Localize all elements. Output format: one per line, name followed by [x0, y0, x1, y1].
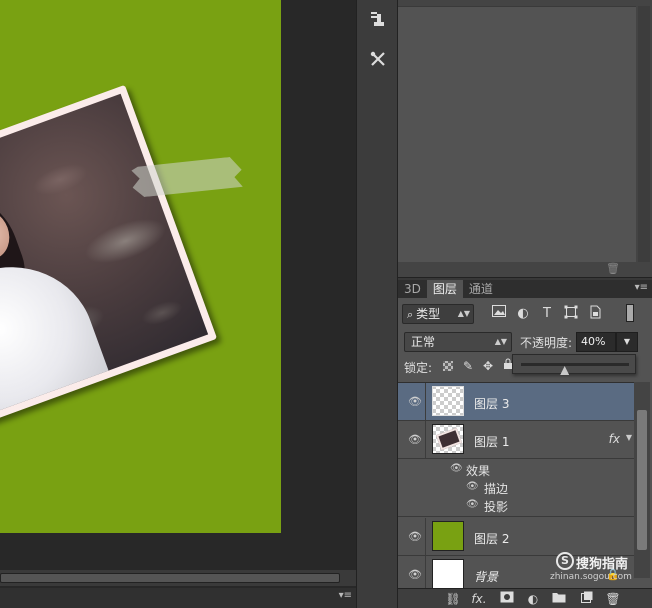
layer-name: 图层 1: [474, 435, 510, 449]
eye-icon[interactable]: 👁: [450, 463, 463, 474]
layer-thumbnail: [432, 386, 464, 416]
smart-object-filter-icon[interactable]: [586, 305, 604, 323]
upper-panel: 🗑: [398, 0, 652, 278]
layer-thumbnail: [432, 559, 464, 589]
lock-row: 锁定: ✎ ✥: [404, 358, 524, 376]
watermark-text: 搜狗指南: [576, 557, 629, 572]
lock-position-icon[interactable]: ✥: [480, 358, 496, 374]
eye-icon[interactable]: 👁: [408, 530, 422, 543]
lock-all-icon[interactable]: [500, 358, 516, 374]
layer-name: 背景: [474, 570, 499, 584]
layer-effects-badge[interactable]: fx: [609, 432, 620, 446]
effect-label: 描边: [484, 482, 509, 496]
canvas-area[interactable]: ▾≡: [0, 0, 356, 608]
collapsed-panel-dock: [356, 0, 398, 608]
effect-label: 投影: [484, 500, 509, 514]
visibility-cell[interactable]: 👁: [398, 518, 426, 555]
watermark-url: zhinan.sogou.com: [550, 572, 632, 582]
layers-scrollbar-thumb[interactable]: [637, 410, 647, 550]
eye-icon[interactable]: 👁: [466, 499, 479, 510]
opacity-slider-popup: [512, 354, 636, 375]
effect-row-drop-shadow[interactable]: 👁 投影: [398, 497, 634, 517]
effect-row-stroke[interactable]: 👁 描边: [398, 479, 634, 497]
upper-panel-scrollbar[interactable]: [638, 6, 650, 262]
eye-icon[interactable]: 👁: [466, 481, 479, 492]
layers-panel: ⌕ 类型 ▲▼ ◐ T 正常 ▲▼ 不透明度: 40% ▼ 锁定: ✎ ✥ 👁 …: [398, 298, 652, 594]
clone-source-icon[interactable]: [363, 4, 393, 34]
blend-mode-value: 正常: [411, 335, 436, 349]
effects-group-row[interactable]: 👁 效果: [398, 461, 634, 479]
layer-name: 图层 3: [474, 397, 510, 411]
opacity-slider-track[interactable]: [521, 363, 629, 375]
new-group-icon[interactable]: [550, 591, 568, 607]
chevron-down-icon[interactable]: ▼: [626, 433, 632, 442]
panel-menu-icon[interactable]: ▾≡: [635, 282, 648, 293]
canvas-horizontal-scrollbar[interactable]: [0, 570, 356, 586]
photo-image: [0, 93, 209, 433]
lock-transparent-pixels-icon[interactable]: [440, 358, 456, 374]
effects-label: 效果: [466, 464, 491, 478]
layer-thumbnail: [432, 424, 464, 454]
lock-label: 锁定:: [404, 361, 433, 375]
shape-filter-icon[interactable]: [562, 305, 580, 323]
tab-layers[interactable]: 图层: [426, 280, 463, 298]
layer-row-layer-3[interactable]: 👁 图层 3: [398, 383, 634, 421]
add-layer-style-button[interactable]: fx.: [470, 591, 488, 607]
type-filter-icon[interactable]: T: [538, 305, 556, 323]
upper-panel-content: [398, 6, 636, 262]
add-mask-icon[interactable]: [498, 591, 516, 607]
layer-name: 图层 2: [474, 532, 510, 546]
layer-filter-row: ⌕ 类型 ▲▼ ◐ T: [402, 304, 648, 326]
lock-image-pixels-icon[interactable]: ✎: [460, 358, 476, 374]
filter-kind-select[interactable]: ⌕ 类型 ▲▼: [402, 304, 474, 324]
eye-icon[interactable]: 👁: [408, 395, 422, 408]
chevron-down-icon: ▲▼: [457, 309, 470, 318]
search-icon: ⌕: [407, 308, 414, 321]
opacity-input[interactable]: 40%: [576, 332, 616, 352]
link-layers-icon[interactable]: ⛓: [444, 591, 462, 607]
adjustment-filter-icon[interactable]: ◐: [514, 305, 532, 323]
tab-channels[interactable]: 通道: [463, 280, 499, 298]
filter-toggle-switch[interactable]: [626, 304, 634, 322]
layer-thumbnail: [432, 521, 464, 551]
tab-3d[interactable]: 3D: [398, 280, 427, 298]
trash-icon[interactable]: 🗑: [606, 262, 620, 275]
document-canvas[interactable]: [0, 0, 281, 533]
filter-kind-label: 类型: [416, 307, 441, 321]
layer-row-layer-1[interactable]: 👁 图层 1 fx ▼: [398, 421, 634, 459]
tool-presets-icon[interactable]: [363, 44, 393, 74]
layer-row-layer-2[interactable]: 👁 图层 2: [398, 518, 634, 556]
image-filter-icon[interactable]: [490, 305, 508, 323]
opacity-slider-thumb[interactable]: [560, 366, 570, 375]
right-panel: 🗑 3D 图层 通道 ▾≡ ⌕ 类型 ▲▼ ◐ T 正常 ▲▼ 不透明度: 40…: [398, 0, 652, 608]
opacity-dropdown-button[interactable]: ▼: [616, 332, 638, 352]
canvas-scrollbar-thumb[interactable]: [0, 573, 340, 583]
layers-scrollbar[interactable]: [634, 382, 650, 578]
status-menu-icon[interactable]: ▾≡: [339, 590, 352, 601]
chevron-down-icon: ▲▼: [494, 337, 507, 346]
visibility-cell[interactable]: 👁: [398, 421, 426, 458]
eye-icon[interactable]: 👁: [408, 568, 422, 581]
new-layer-icon[interactable]: [578, 591, 596, 607]
layers-bottom-bar: ⛓ fx. ◐ 🗑: [398, 588, 652, 608]
sogou-watermark: S 搜狗指南 zhinan.sogou.com: [550, 552, 652, 582]
blend-row: 正常 ▲▼ 不透明度: 40% ▼: [404, 332, 648, 354]
sogou-logo: S: [556, 552, 574, 570]
blend-mode-select[interactable]: 正常 ▲▼: [404, 332, 512, 352]
opacity-label: 不透明度:: [520, 336, 573, 350]
eye-icon[interactable]: 👁: [408, 433, 422, 446]
canvas-status-bar: ▾≡: [0, 588, 356, 608]
panel-tabs: 3D 图层 通道: [398, 280, 652, 298]
delete-layer-icon[interactable]: 🗑: [604, 591, 622, 607]
visibility-cell[interactable]: 👁: [398, 383, 426, 420]
tilted-photo-layer: [0, 84, 218, 442]
adjustment-layer-icon[interactable]: ◐: [524, 591, 542, 607]
